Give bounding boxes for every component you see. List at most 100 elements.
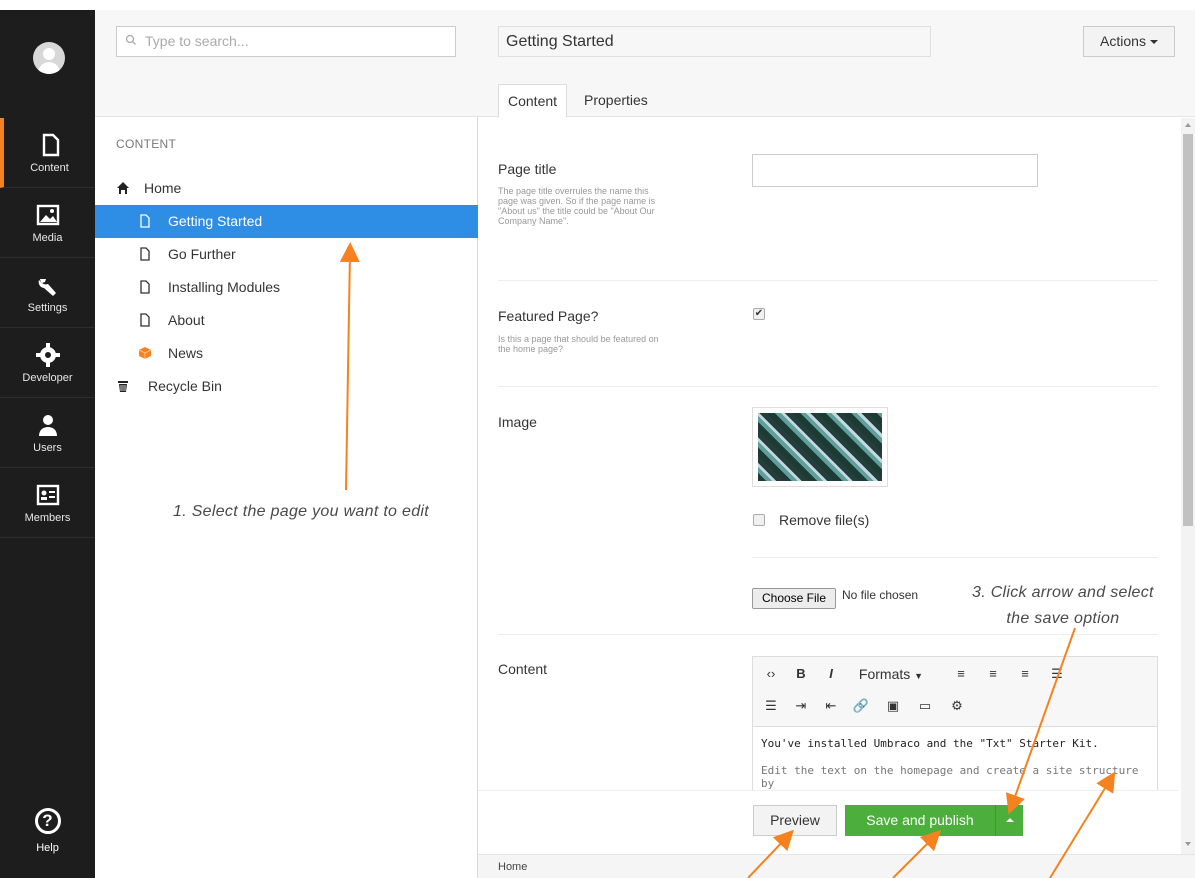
section-label: Developer <box>22 372 73 384</box>
search-placeholder: Type to search... <box>145 33 249 49</box>
editor-scrollbar[interactable] <box>1181 118 1195 854</box>
choose-file-button[interactable]: Choose File <box>752 588 836 609</box>
thumbnail-picture <box>758 413 882 481</box>
section-label: Members <box>24 512 71 524</box>
embed-button[interactable]: ▭ <box>911 693 939 719</box>
insert-image-button[interactable]: ▣ <box>879 693 907 719</box>
bullet-list-button[interactable]: ☰ <box>1043 661 1071 687</box>
divider <box>752 557 1158 558</box>
tree-node-getting-started[interactable]: Getting Started <box>95 205 478 238</box>
rte-toolbar: ‹› B I Formats ▼ ≡ ≡ ≡ ☰ ☰ ⇥ ⇤ 🔗 ▣ ▭ ⚙ <box>753 657 1157 727</box>
help-button[interactable]: ? Help <box>0 808 95 854</box>
document-icon <box>140 214 150 228</box>
content-editor: Getting Started Actions Content Properti… <box>478 10 1195 878</box>
tree-section-title: CONTENT <box>116 137 177 151</box>
section-users[interactable]: Users <box>0 398 95 468</box>
tree-node-installing-modules[interactable]: Installing Modules <box>95 271 478 304</box>
tree-node-label: Getting Started <box>168 213 263 229</box>
user-icon <box>38 415 57 436</box>
scroll-down-icon[interactable] <box>1185 842 1191 846</box>
content-tree-panel: Type to search... CONTENT Home Getting S… <box>95 10 478 878</box>
image-icon <box>36 204 59 226</box>
formats-dropdown[interactable]: Formats ▼ <box>851 661 931 687</box>
tree-node-label: News <box>168 345 204 361</box>
document-icon <box>140 280 150 294</box>
wrench-icon <box>38 279 56 296</box>
section-members[interactable]: Members <box>0 468 95 538</box>
divider <box>498 280 1158 281</box>
annotation-line: the save option <box>1006 610 1120 627</box>
tree-node-label: Recycle Bin <box>148 378 222 394</box>
formats-label: Formats <box>858 666 911 682</box>
caret-up-icon <box>1005 818 1014 822</box>
box-icon <box>138 347 152 359</box>
editor-action-bar: Preview Save and publish <box>478 790 1178 854</box>
search-input[interactable]: Type to search... <box>116 26 456 57</box>
avatar-head <box>43 48 55 60</box>
featured-page-label: Featured Page? <box>498 308 599 324</box>
italic-button[interactable]: I <box>817 661 845 687</box>
publish-options-toggle[interactable] <box>995 805 1023 836</box>
image-label: Image <box>498 414 537 430</box>
section-content[interactable]: Content <box>0 118 95 188</box>
section-settings[interactable]: Settings <box>0 258 95 328</box>
tree-node-go-further[interactable]: Go Further <box>95 238 478 271</box>
tree-node-label: Home <box>144 180 182 196</box>
annotation-step-1: 1. Select the page you want to edit <box>173 503 429 520</box>
rich-text-editor[interactable]: ‹› B I Formats ▼ ≡ ≡ ≡ ☰ ☰ ⇥ ⇤ 🔗 ▣ ▭ ⚙ Y… <box>752 656 1158 791</box>
page-name-input[interactable]: Getting Started <box>498 26 931 57</box>
align-left-button[interactable]: ≡ <box>947 661 975 687</box>
featured-page-checkbox[interactable]: ✔ <box>753 308 765 320</box>
rte-text-line: You've installed Umbraco and the "Txt" S… <box>761 737 1099 750</box>
page-title-input[interactable] <box>752 154 1038 187</box>
section-label: Content <box>30 162 69 174</box>
tree-node-recycle-bin[interactable]: Recycle Bin <box>95 370 478 403</box>
section-label: Media <box>32 232 63 244</box>
home-icon <box>117 182 129 194</box>
actions-button[interactable]: Actions <box>1083 26 1175 57</box>
indent-button[interactable]: ⇥ <box>787 693 815 719</box>
tree-node-about[interactable]: About <box>95 304 478 337</box>
top-strip <box>0 0 95 10</box>
align-right-button[interactable]: ≡ <box>1011 661 1039 687</box>
search-icon <box>125 34 136 45</box>
annotation-step-3: 3. Click arrow and select the save optio… <box>972 580 1154 632</box>
image-thumbnail[interactable] <box>752 407 888 487</box>
section-developer[interactable]: Developer <box>0 328 95 398</box>
app-sections-bar: Content Media Settings Developer Users M… <box>0 0 95 878</box>
caret-down-icon <box>1149 40 1158 45</box>
content-label: Content <box>498 661 548 677</box>
bold-button[interactable]: B <box>787 661 815 687</box>
tab-content[interactable]: Content <box>498 84 568 118</box>
remove-file-checkbox[interactable] <box>753 514 765 526</box>
id-card-icon <box>36 484 59 506</box>
section-label: Settings <box>27 302 68 314</box>
help-icon: ? <box>34 808 61 834</box>
document-icon <box>140 247 150 261</box>
numbered-list-button[interactable]: ☰ <box>757 693 785 719</box>
section-media[interactable]: Media <box>0 188 95 258</box>
rte-text-line: Edit the text on the homepage and create… <box>761 764 1139 790</box>
outdent-button[interactable]: ⇤ <box>817 693 845 719</box>
tree-node-home[interactable]: Home <box>95 172 478 205</box>
scrollbar-thumb[interactable] <box>1183 134 1193 526</box>
page-title-description: The page title overrules the name this p… <box>498 186 656 226</box>
editor-header: Getting Started Actions Content Properti… <box>478 10 1195 118</box>
preview-button[interactable]: Preview <box>753 805 837 836</box>
scroll-up-icon[interactable] <box>1185 123 1191 127</box>
avatar[interactable] <box>33 42 65 74</box>
link-button[interactable]: 🔗 <box>847 693 875 719</box>
tree-node-news[interactable]: News <box>95 337 478 370</box>
featured-page-description: Is this a page that should be featured o… <box>498 334 659 354</box>
tree-node-label: About <box>168 312 205 328</box>
source-code-button[interactable]: ‹› <box>757 661 785 687</box>
document-icon <box>140 313 150 327</box>
remove-file-label: Remove file(s) <box>779 512 870 528</box>
caret-down-icon: ▼ <box>914 671 924 681</box>
save-and-publish-button[interactable]: Save and publish <box>845 805 995 836</box>
gear-icon <box>35 343 60 367</box>
macro-button[interactable]: ⚙ <box>943 693 971 719</box>
align-center-button[interactable]: ≡ <box>979 661 1007 687</box>
breadcrumb[interactable]: Home <box>478 854 1195 878</box>
tab-properties[interactable]: Properties <box>575 84 657 118</box>
